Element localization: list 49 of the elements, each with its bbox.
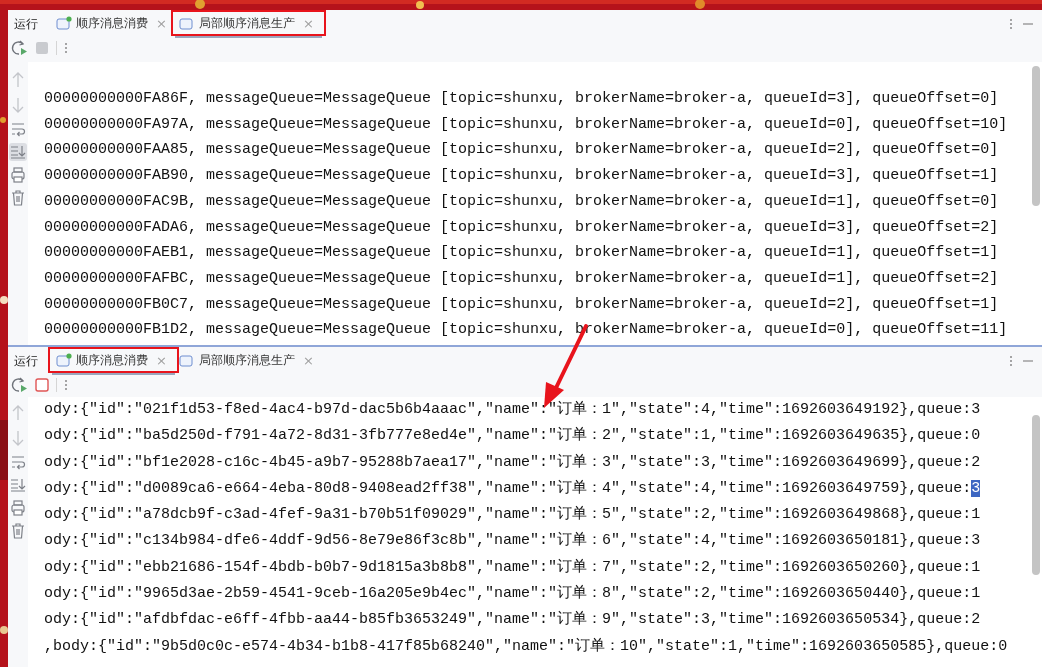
more-icon[interactable]	[63, 41, 69, 55]
stop-icon[interactable]	[34, 377, 50, 393]
console-line: 00000000000FA86F, messageQueue=MessageQueue [topic=shunxu, brokerName=broker-a, queueId=3], queueOffset=0]	[44, 89, 999, 109]
down-arrow-icon[interactable]	[10, 428, 26, 448]
trash-icon[interactable]	[10, 522, 26, 540]
console-line: ody:{"id":"a78dcb9f-c3ad-4fef-9a31-b70b51f09029","name":"订单：5","state":2,"time":1692603649868},queue:1	[44, 505, 981, 526]
console-line: ody:{"id":"ebb21686-154f-4bdb-b0b7-9d1815a3b8b8","name":"订单：7","state":2,"time":1692603650260},queue:1	[44, 557, 981, 578]
print-icon[interactable]	[10, 499, 26, 517]
console-line: 00000000000FAEB1, messageQueue=MessageQueue [topic=shunxu, brokerName=broker-a, queueId=1], queueOffset=1]	[44, 243, 999, 264]
tab[interactable]: 顺序消息消费 ×	[52, 347, 175, 375]
scrollbar-thumb[interactable]	[1032, 415, 1040, 575]
console-line: ody:{"id":"c134b984-dfe6-4ddf-9d56-8e79e86f3c8b","name":"订单：6","state":4,"time":1692603650181},queue:3	[44, 531, 981, 552]
scrollbar-thumb[interactable]	[1032, 66, 1040, 206]
soft-wrap-icon[interactable]	[10, 120, 26, 138]
soft-wrap-icon[interactable]	[10, 453, 26, 471]
scroll-to-end-icon[interactable]	[9, 143, 27, 161]
panel-title: 运行	[14, 352, 38, 370]
stop-icon[interactable]	[34, 40, 50, 56]
up-arrow-icon[interactable]	[10, 403, 26, 423]
more-icon[interactable]	[1008, 354, 1014, 368]
console-line: ody:{"id":"bf1e2028-c16c-4b45-a9b7-95288b7aea17","name":"订单：3","state":3,"time":1692603649699},queue:2	[44, 452, 981, 473]
console-line: ody:{"id":"9965d3ae-2b59-4541-9ceb-16a205e9b4ec","name":"订单：8","state":2,"time":1692603650440},queue:1	[44, 584, 981, 605]
down-arrow-icon[interactable]	[10, 95, 26, 115]
console-line: 00000000000FB0C7, messageQueue=MessageQueue [topic=shunxu, brokerName=broker-a, queueId=2], queueOffset=1]	[44, 294, 999, 315]
console-line: 00000000000FA97A, messageQueue=MessageQueue [topic=shunxu, brokerName=broker-a, queueId=0], queueOffset=10]	[44, 114, 1008, 135]
trash-icon[interactable]	[10, 189, 26, 207]
scroll-to-end-icon[interactable]	[9, 476, 27, 494]
tab[interactable]: 局部顺序消息生产 ×	[174, 10, 322, 38]
console-line: ody:{"id":"ba5d250d-f791-4a72-8d31-3fb777e8ed4e","name":"订单：2","state":1,"time":1692603649635},queue:0	[44, 426, 981, 447]
console-line: 00000000000FAC9B, messageQueue=MessageQueue [topic=shunxu, brokerName=broker-a, queueId=1], queueOffset=0]	[44, 191, 999, 212]
console-line: ody:{"id":"d0089ca6-e664-4eba-80d8-9408ead2ff38","name":"订单：4","state":4,"time":1692603649759},queue:3	[44, 478, 981, 499]
tab[interactable]: 顺序消息消费 ×	[52, 10, 175, 38]
panel-title: 运行	[14, 15, 38, 33]
console-line: 00000000000FAA85, messageQueue=MessageQueue [topic=shunxu, brokerName=broker-a, queueId=2], queueOffset=0]	[44, 140, 999, 161]
print-icon[interactable]	[10, 166, 26, 184]
up-arrow-icon[interactable]	[10, 70, 26, 90]
more-icon[interactable]	[1008, 17, 1014, 31]
tab[interactable]: 局部顺序消息生产 ×	[174, 347, 322, 375]
console-line: 00000000000FAFBC, messageQueue=MessageQueue [topic=shunxu, brokerName=broker-a, queueId=1], queueOffset=2]	[44, 268, 999, 289]
window-icon	[178, 353, 195, 367]
rerun-icon[interactable]	[10, 376, 28, 394]
console-line: 00000000000FAB90, messageQueue=MessageQueue [topic=shunxu, brokerName=broker-a, queueId=3], queueOffset=1]	[44, 166, 999, 187]
console-line: ,body:{"id":"9b5d0c0c-e574-4b34-b1b8-417f85b68240","name":"订单：10","state":1,"time":1692603650585},queue:0	[44, 636, 1008, 657]
console-line: ody:{"id":"afdbfdac-e6ff-4fbb-aa44-b85fb3653249","name":"订单：9","state":3,"time":1692603650534},queue:2	[44, 610, 981, 631]
window-icon	[178, 16, 195, 30]
more-icon[interactable]	[63, 378, 69, 392]
rerun-icon[interactable]	[10, 39, 28, 57]
console-line: ody:{"id":"021f1d53-f8ed-4ac4-b97d-dac5b6b4aaac","name":"订单：1","state":4,"time":1692603649192},queue:3	[44, 400, 981, 420]
console-line: 00000000000FADA6, messageQueue=MessageQueue [topic=shunxu, brokerName=broker-a, queueId=3], queueOffset=2]	[44, 217, 999, 238]
